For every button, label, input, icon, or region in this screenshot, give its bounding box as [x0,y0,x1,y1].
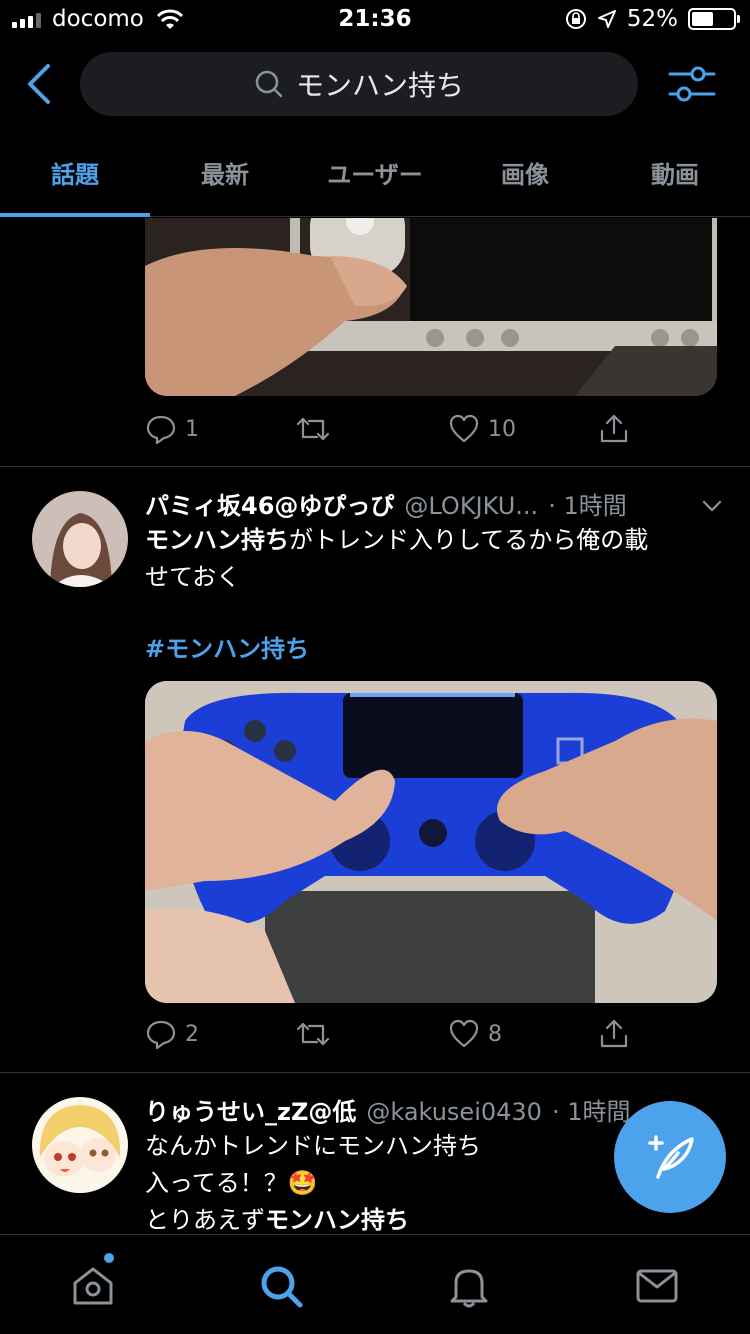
tweet-text-bold: モンハン持ち [145,526,289,554]
like-button[interactable]: 10 [448,413,516,445]
search-icon[interactable] [258,1263,304,1309]
avatar-photo [32,491,128,587]
search-tabs: 話題 最新 ユーザー 画像 動画 [0,128,750,217]
tab-videos[interactable]: 動画 [600,128,750,216]
tweet-time: · 1時間 [548,492,627,520]
tweet-time: · 1時間 [551,1098,631,1126]
tweet-header: パミィ坂46@ゆぴっぴ @LOKJKU... · 1時間 [145,486,724,521]
reply-icon [146,415,176,445]
chevron-down-icon[interactable] [700,494,724,518]
star-struck-emoji: 🤩 [287,1169,318,1197]
tweet-text-line3-bold: モンハン持ち [265,1206,409,1234]
tweet-divider [0,466,750,467]
tweet-text-rest: がトレンド入りしてるから俺の載 [289,526,649,554]
hashtag-link[interactable]: #モンハン持ち [145,635,309,663]
user-handle[interactable]: @LOKJKU... [404,492,538,520]
tab-top[interactable]: 話題 [0,128,150,217]
compose-feather-icon [648,1135,694,1179]
like-count: 10 [488,416,516,442]
reply-button[interactable]: 2 [145,1018,199,1050]
tweet-text-line2: せておく [145,563,241,591]
reply-icon [146,1020,176,1050]
location-icon [597,10,616,28]
tweet-text: モンハン持ちがトレンド入りしてるから俺の載 せておく [145,522,717,596]
tab-latest[interactable]: 最新 [150,128,300,216]
avatar[interactable] [32,491,128,587]
share-icon [600,1019,628,1048]
reply-button[interactable]: 1 [145,413,199,445]
ps4-controller-illustration [145,681,717,1003]
battery-percent: 52% [626,6,678,32]
reply-count: 2 [185,1021,199,1047]
retweet-button[interactable] [295,413,339,445]
tab-users[interactable]: ユーザー [300,128,450,216]
share-icon [600,414,628,443]
retweet-icon [296,1022,330,1046]
search-query: モンハン持ち [295,69,464,102]
search-icon [255,70,283,98]
like-count: 8 [488,1021,502,1047]
share-button[interactable] [598,1018,630,1050]
battery-level [692,12,713,26]
reply-count: 1 [185,416,199,442]
display-name[interactable]: りゅうせい_zZ@低 [145,1092,356,1127]
tweet-photo-ps4-controller[interactable] [145,681,717,1003]
retweet-icon [296,417,330,441]
retweet-button[interactable] [295,1018,339,1050]
avatar-anime-illustration [32,1097,128,1193]
new-content-dot [104,1253,114,1263]
share-button[interactable] [598,413,630,445]
tab-images[interactable]: 画像 [450,128,600,216]
tweet-actions: 2 8 [145,1018,717,1058]
avatar[interactable] [32,1097,128,1193]
tweet-divider [0,1072,750,1073]
bottom-navigation [0,1234,750,1334]
heart-icon [449,414,479,443]
search-input[interactable]: モンハン持ち [80,52,638,116]
compose-tweet-button[interactable] [614,1101,726,1213]
bell-icon[interactable] [446,1263,492,1309]
tweet-text-line1: なんかトレンドにモンハン持ち [145,1132,481,1160]
battery-icon [688,8,740,30]
back-chevron-icon[interactable] [22,62,58,106]
search-header: モンハン持ち [0,44,750,128]
mail-icon[interactable] [634,1263,680,1309]
home-icon[interactable] [70,1263,116,1309]
tweet-actions: 1 10 [145,413,717,453]
user-handle[interactable]: @kakusei0430 [366,1098,542,1126]
tweet-photo-psp[interactable] [145,218,717,396]
filter-sliders-icon[interactable] [668,64,716,104]
heart-icon [449,1019,479,1048]
display-name[interactable]: パミィ坂46@ゆぴっぴ [145,486,394,521]
like-button[interactable]: 8 [448,1018,502,1050]
psp-photo-illustration [145,218,717,396]
status-bar: docomo 21:36 52% [0,0,750,40]
tweet-header: りゅうせい_zZ@低 @kakusei0430 · 1時間 [145,1092,640,1127]
tweet-text-line3: とりあえず [145,1206,265,1234]
tweet-feed: 1 10 パミィ坂46@ゆぴっぴ @LOKJKU... · 1時間 モンハン持ち… [0,218,750,1234]
orientation-lock-icon [565,9,586,29]
tweet-text-line2: 入ってる！？ [145,1169,288,1197]
